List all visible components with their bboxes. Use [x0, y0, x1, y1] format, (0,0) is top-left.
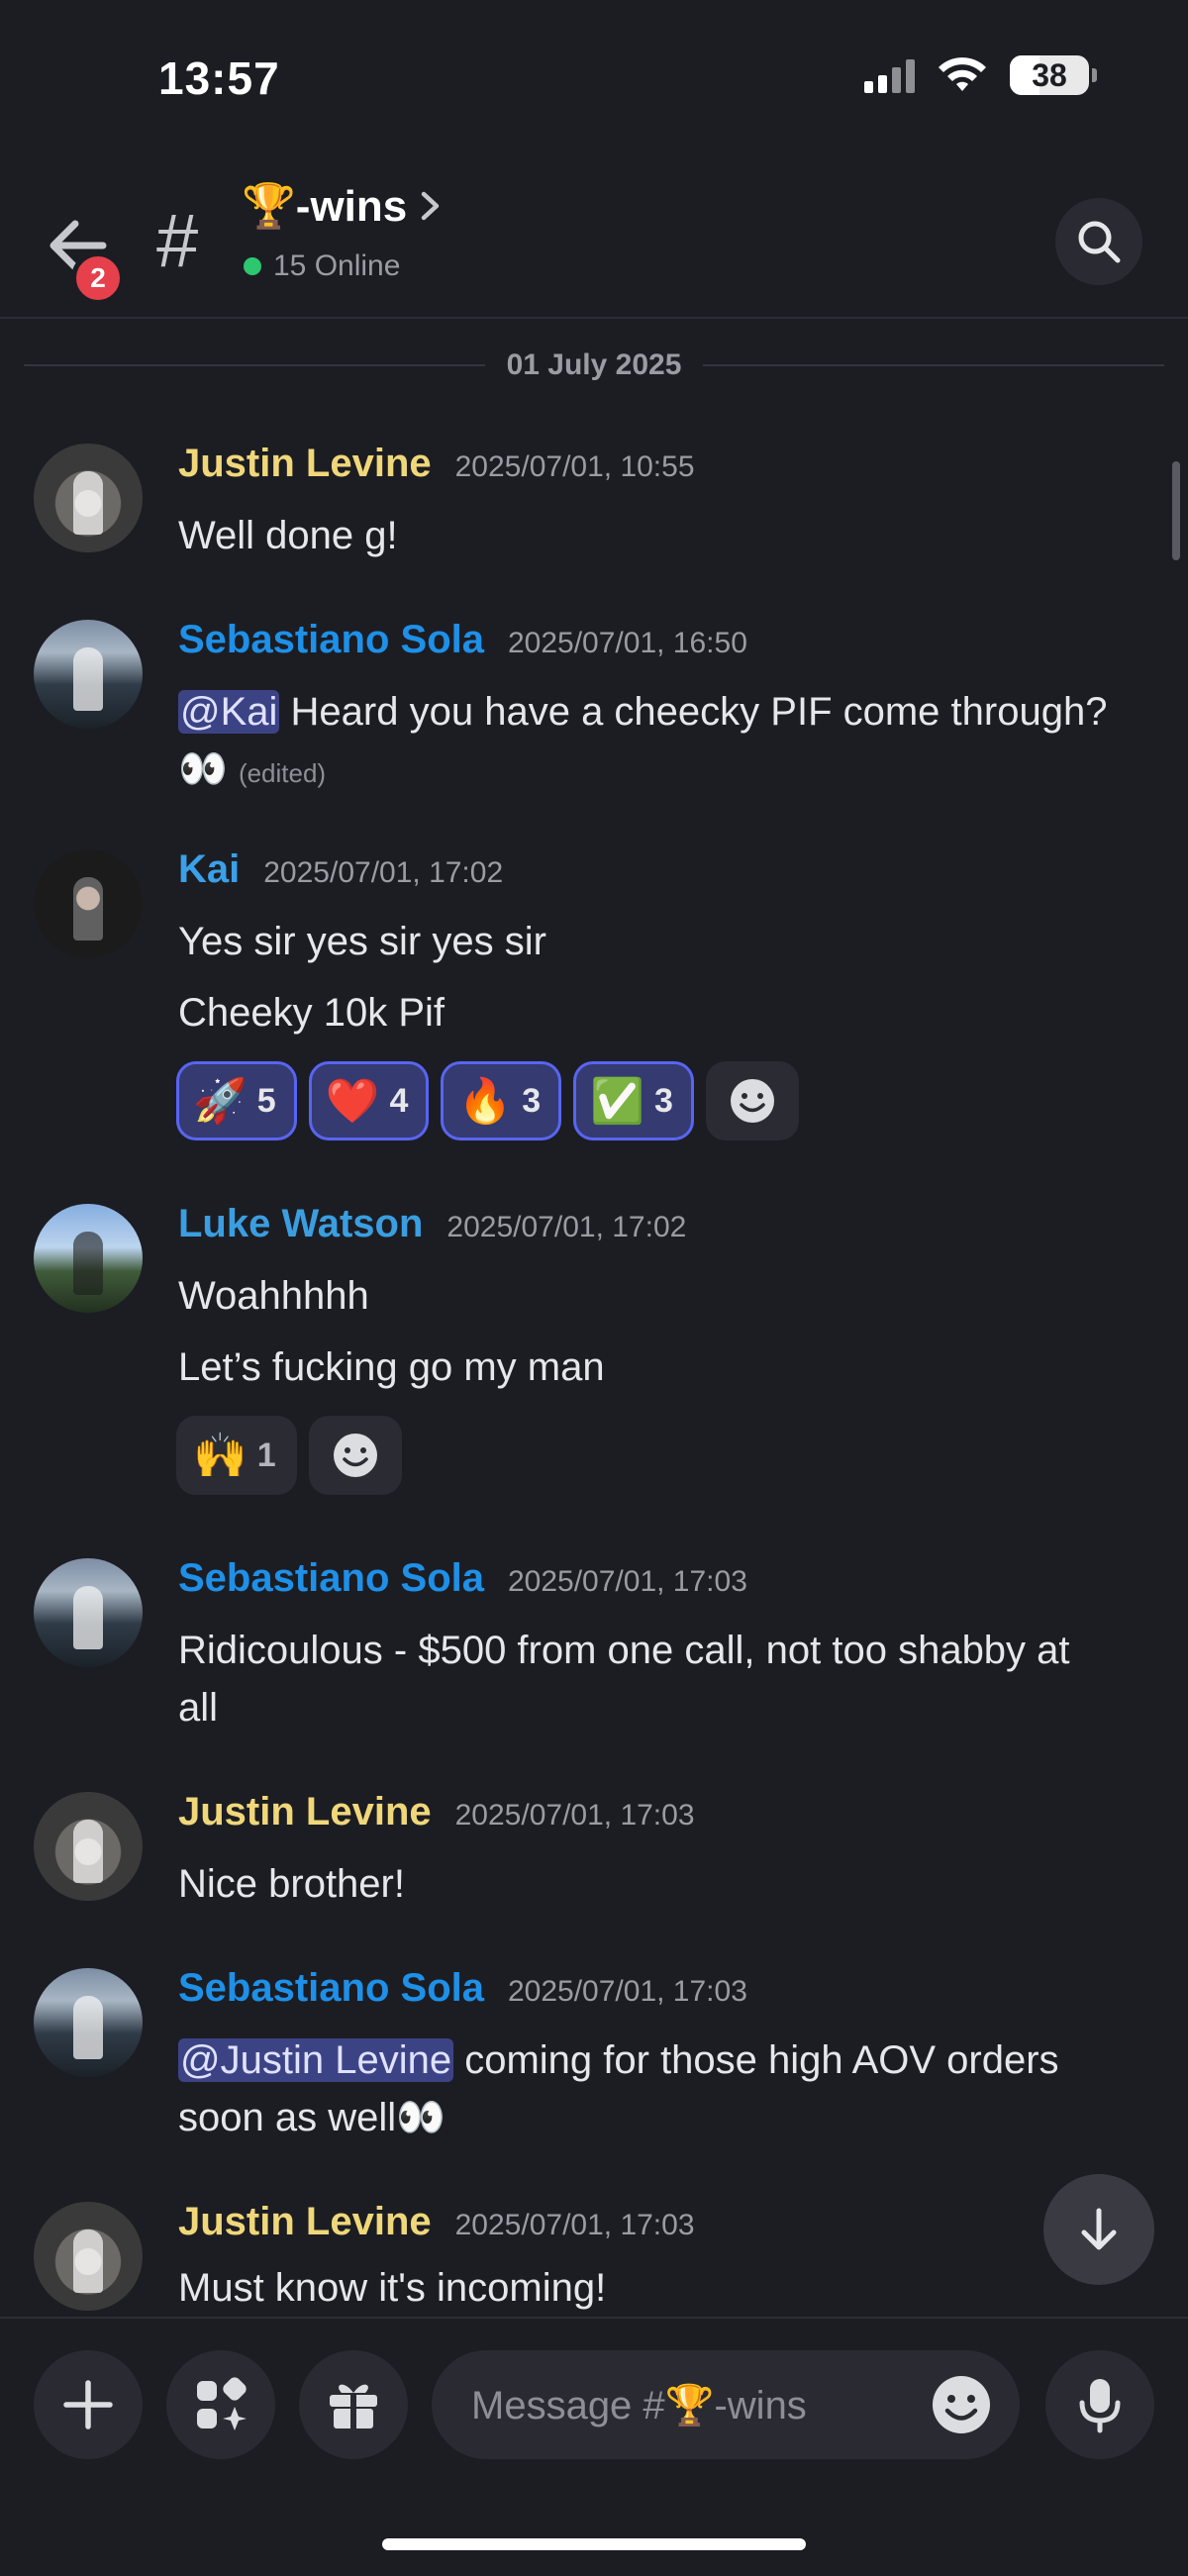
author-name[interactable]: Sebastiano Sola	[178, 618, 484, 662]
rocket-emoji: 🚀	[193, 1077, 248, 1126]
reaction-fire[interactable]: 🔥 3	[441, 1061, 562, 1140]
author-name[interactable]: Luke Watson	[178, 1202, 423, 1246]
message-text: @Justin Levine coming for those high AOV…	[178, 2031, 1158, 2089]
status-icons: 38	[864, 55, 1097, 95]
avatar[interactable]	[34, 620, 143, 729]
reaction-count: 1	[256, 1436, 276, 1474]
reaction-raised-hands[interactable]: 🙌 1	[176, 1416, 297, 1495]
hash-icon: #	[156, 199, 199, 283]
avatar[interactable]	[34, 1968, 143, 2077]
timestamp: 2025/07/01, 17:03	[454, 1799, 695, 1832]
channel-name: 🏆-wins	[242, 182, 408, 231]
message-text: Let’s fucking go my man	[178, 1345, 605, 1389]
online-count-text: 15 Online	[273, 249, 401, 282]
fire-emoji: 🔥	[457, 1077, 513, 1126]
message-text: Yes sir yes sir yes sir	[178, 920, 546, 963]
message-text: Ridicoulous - $500 from one call, not to…	[178, 1629, 1070, 1672]
timestamp: 2025/07/01, 17:03	[507, 1565, 747, 1598]
apps-button[interactable]	[166, 2350, 275, 2459]
message-line: coming for those high AOV orders	[464, 2038, 1059, 2082]
timestamp: 2025/07/01, 16:50	[507, 627, 747, 659]
add-reaction-icon	[333, 1434, 377, 1477]
timestamp: 2025/07/01, 17:03	[454, 2209, 695, 2241]
message-text: soon as well👀	[178, 2096, 446, 2139]
author-name[interactable]: Justin Levine	[178, 442, 432, 486]
search-button[interactable]	[1055, 198, 1142, 285]
reaction-count: 3	[522, 1081, 542, 1120]
date-divider: 01 July 2025	[24, 348, 1164, 382]
battery-level: 38	[1032, 56, 1067, 93]
online-dot-icon	[244, 257, 261, 275]
chevron-right-icon	[421, 191, 440, 221]
edited-label: (edited)	[238, 758, 327, 788]
add-reaction-button[interactable]	[705, 1061, 799, 1140]
raised-hands-emoji: 🙌	[193, 1432, 248, 1480]
voice-message-button[interactable]	[1045, 2350, 1154, 2459]
channel-header: 2 # 🏆-wins 15 Online	[0, 168, 1188, 319]
home-indicator[interactable]	[382, 2538, 806, 2550]
message-text-continued: 👀 (edited)	[178, 741, 1158, 802]
wifi-icon	[939, 57, 986, 91]
timestamp: 2025/07/01, 17:02	[446, 1211, 687, 1243]
apps-icon	[197, 2377, 247, 2430]
check-mark-emoji: ✅	[590, 1077, 644, 1126]
timestamp: 2025/07/01, 17:03	[507, 1975, 747, 2008]
message-text: Well done g!	[178, 514, 398, 557]
author-name[interactable]: Sebastiano Sola	[178, 1966, 484, 2011]
online-count: 15 Online	[244, 249, 400, 283]
add-reaction-button[interactable]	[308, 1416, 402, 1495]
avatar[interactable]	[34, 1204, 143, 1313]
avatar[interactable]	[34, 444, 143, 552]
microphone-icon	[1079, 2379, 1121, 2433]
user-mention[interactable]: @Kai	[178, 690, 280, 734]
avatar[interactable]	[34, 2202, 143, 2311]
jump-to-latest-button[interactable]	[1043, 2174, 1154, 2285]
message-placeholder: Message #🏆-wins	[471, 2383, 807, 2427]
plus-icon	[63, 2380, 113, 2429]
channel-title[interactable]: 🏆-wins	[242, 180, 443, 232]
timestamp: 2025/07/01, 10:55	[454, 450, 695, 483]
message-text: Cheeky 10k Pif	[178, 991, 446, 1035]
message-text: Nice brother!	[178, 1862, 405, 1906]
reaction-rocket[interactable]: 🚀 5	[176, 1061, 297, 1140]
add-attachment-button[interactable]	[34, 2350, 143, 2459]
avatar[interactable]	[34, 849, 143, 958]
reaction-count: 3	[653, 1081, 673, 1120]
arrow-down-icon	[1081, 2208, 1117, 2250]
scrollbar[interactable]	[1172, 461, 1180, 560]
message-text: Woahhhhh	[178, 1274, 369, 1318]
status-time: 13:57	[158, 52, 280, 104]
reaction-bar: 🚀 5 ❤️ 4 🔥 3 ✅ 3	[176, 1061, 799, 1140]
author-name[interactable]: Sebastiano Sola	[178, 1556, 484, 1601]
reaction-check[interactable]: ✅ 3	[573, 1061, 694, 1140]
avatar[interactable]	[34, 1558, 143, 1667]
message-input[interactable]: Message #🏆-wins	[432, 2350, 1020, 2459]
avatar[interactable]	[34, 1792, 143, 1901]
heart-emoji: ❤️	[325, 1077, 380, 1126]
cellular-signal-icon	[864, 57, 915, 93]
reaction-heart[interactable]: ❤️ 4	[308, 1061, 430, 1140]
emoji-icon[interactable]	[931, 2374, 992, 2435]
author-name[interactable]: Justin Levine	[178, 1790, 432, 1834]
eyes-emoji: 👀	[178, 747, 228, 791]
author-name[interactable]: Justin Levine	[178, 2200, 432, 2244]
unread-badge: 2	[71, 251, 125, 305]
gift-button[interactable]	[299, 2350, 408, 2459]
reaction-count: 4	[389, 1081, 409, 1120]
message-text: Must know it's incoming!	[178, 2266, 607, 2310]
reaction-bar: 🙌 1	[176, 1416, 402, 1495]
date-divider-text: 01 July 2025	[506, 348, 682, 381]
search-icon	[1078, 221, 1121, 263]
reaction-count: 5	[256, 1081, 276, 1120]
gift-icon	[330, 2384, 377, 2428]
author-name[interactable]: Kai	[178, 847, 240, 892]
message-composer: Message #🏆-wins	[0, 2317, 1188, 2576]
battery-indicator: 38	[1010, 55, 1097, 95]
message-line: Heard you have a cheecky PIF come throug…	[290, 690, 1108, 734]
user-mention[interactable]: @Justin Levine	[178, 2038, 454, 2082]
add-reaction-icon	[730, 1079, 774, 1123]
timestamp: 2025/07/01, 17:02	[263, 856, 504, 889]
message-text: @Kai Heard you have a cheecky PIF come t…	[178, 683, 1158, 741]
message-text: all	[178, 1686, 219, 1730]
